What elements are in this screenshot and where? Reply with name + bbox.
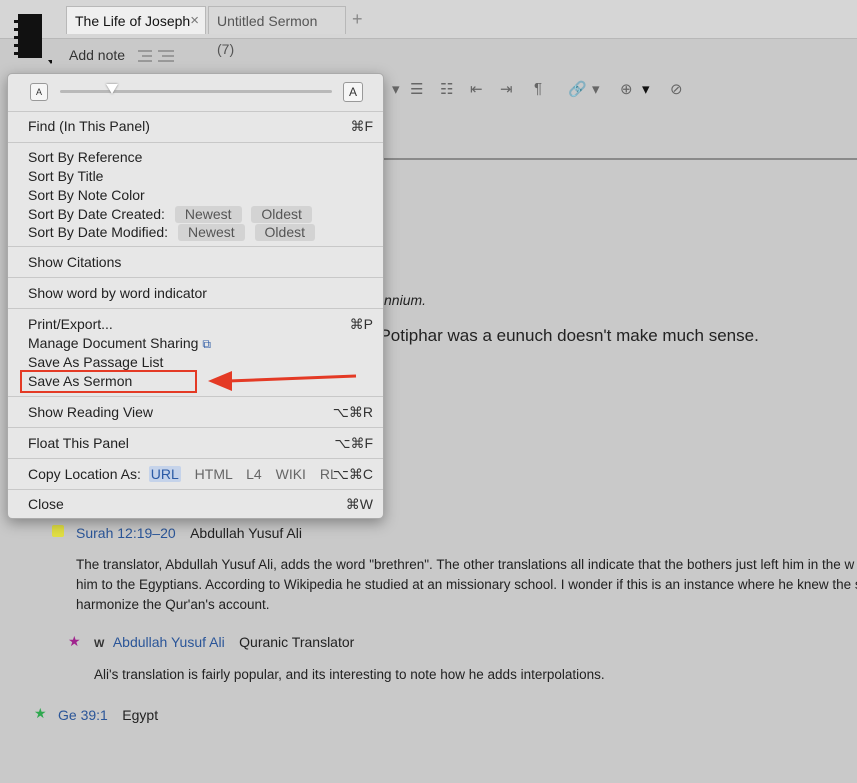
note-line: harmonize the Qur'an's account. — [76, 597, 270, 612]
highlight-box — [20, 370, 197, 393]
menu-separator — [8, 246, 383, 247]
chevron-down-icon[interactable]: ▾ — [642, 80, 650, 98]
indent-icon[interactable]: ⇥ — [500, 80, 513, 98]
created-newest-button[interactable]: Newest — [174, 206, 242, 223]
menu-separator — [8, 396, 383, 397]
note-title[interactable]: Egypt — [122, 707, 158, 723]
manage-sharing-label: Manage Document Sharing — [28, 335, 199, 351]
chevron-down-icon[interactable]: ▾ — [392, 80, 400, 98]
menu-separator — [8, 111, 383, 112]
indent-icons[interactable] — [136, 48, 176, 64]
sub-note-title: Quranic Translator — [239, 634, 355, 650]
arrow-annotation-icon — [208, 371, 357, 391]
copy-l4-option[interactable]: L4 — [246, 466, 262, 482]
bullet-list-icon[interactable]: ☰ — [410, 80, 423, 98]
float-panel-shortcut: ⌥⌘F — [334, 435, 373, 451]
sort-reference-item[interactable]: Sort By Reference — [28, 149, 142, 165]
copy-location-item: Copy Location As: URL HTML L4 WIKI RL — [28, 466, 338, 482]
modified-newest-button[interactable]: Newest — [177, 224, 245, 241]
modified-oldest-button[interactable]: Oldest — [254, 224, 315, 241]
copy-wiki-option[interactable]: WIKI — [276, 466, 306, 482]
sub-note-link[interactable]: Abdullah Yusuf Ali — [113, 634, 225, 650]
copy-url-option[interactable]: URL — [148, 466, 181, 482]
divider — [382, 158, 857, 160]
menu-separator — [8, 458, 383, 459]
reading-view-shortcut: ⌥⌘R — [332, 404, 373, 420]
reading-view-item[interactable]: Show Reading View — [28, 404, 153, 420]
note-line: The translator, Abdullah Yusuf Ali, adds… — [76, 557, 855, 572]
sort-date-created-label: Sort By Date Created: — [28, 206, 165, 222]
menu-separator — [8, 489, 383, 490]
tab-life-of-joseph[interactable]: The Life of Joseph × — [66, 6, 206, 34]
menu-separator — [8, 427, 383, 428]
sort-date-created-item: Sort By Date Created: Newest Oldest — [28, 206, 312, 223]
sort-date-modified-label: Sort By Date Modified: — [28, 224, 169, 240]
menu-separator — [8, 308, 383, 309]
format-toolbar: ▾ ☰ ☷ ⇤ ⇥ ¶ 🔗 ▾ ⊕ ▾ ⊘ — [382, 76, 857, 106]
close-shortcut: ⌘W — [345, 496, 373, 512]
menu-separator — [8, 142, 383, 143]
numbered-list-icon[interactable]: ☷ — [440, 80, 453, 98]
sort-date-modified-item: Sort By Date Modified: Newest Oldest — [28, 224, 315, 241]
font-size-slider[interactable] — [60, 90, 332, 93]
font-larger-button[interactable]: A — [343, 82, 363, 102]
print-shortcut: ⌘P — [349, 316, 373, 332]
copy-location-shortcut: ⌥⌘C — [332, 466, 373, 482]
find-shortcut: ⌘F — [350, 118, 373, 134]
sub-note-text: Ali's translation is fairly popular, and… — [94, 667, 605, 682]
copy-html-option[interactable]: HTML — [195, 466, 233, 482]
paragraph-icon[interactable]: ¶ — [534, 80, 542, 97]
external-link-icon: ⧉ — [202, 337, 211, 351]
slider-thumb[interactable] — [105, 84, 118, 94]
created-oldest-button[interactable]: Oldest — [251, 206, 312, 223]
show-citations-item[interactable]: Show Citations — [28, 254, 121, 270]
panel-menu: A A Find (In This Panel) ⌘F Sort By Refe… — [7, 73, 384, 519]
tab-untitled-sermon[interactable]: Untitled Sermon (7) — [208, 6, 346, 57]
no-entry-icon[interactable]: ⊘ — [670, 80, 683, 98]
sticky-note-icon[interactable] — [52, 525, 64, 537]
close-tab-icon[interactable]: × — [190, 7, 199, 35]
sub-note-header: W Abdullah Yusuf Ali Quranic Translator — [94, 634, 354, 652]
manage-sharing-item[interactable]: Manage Document Sharing ⧉ — [28, 335, 211, 352]
menu-separator — [8, 277, 383, 278]
note-header: Surah 12:19–20 Abdullah Yusuf Ali — [76, 525, 302, 543]
word-indicator-item[interactable]: Show word by word indicator — [28, 285, 207, 301]
star-icon[interactable]: ★ — [34, 705, 47, 722]
note-text-fragment: t Potiphar was a eunuch doesn't make muc… — [370, 326, 759, 345]
font-smaller-button[interactable]: A — [30, 83, 48, 101]
sort-title-item[interactable]: Sort By Title — [28, 168, 103, 184]
panel-menu-icon[interactable] — [14, 12, 52, 64]
save-passage-list-item[interactable]: Save As Passage List — [28, 354, 163, 370]
add-note-button[interactable]: Add note — [69, 47, 125, 63]
new-tab-button[interactable]: + — [352, 9, 363, 30]
tab-label: The Life of Joseph — [75, 13, 191, 29]
star-icon[interactable]: ★ — [68, 633, 81, 650]
note-paragraph: The translator, Abdullah Yusuf Ali, adds… — [76, 555, 857, 615]
note-header: Ge 39:1 Egypt — [58, 707, 158, 725]
print-export-item[interactable]: Print/Export... — [28, 316, 113, 332]
note-reference-link[interactable]: Surah 12:19–20 — [76, 525, 176, 541]
float-panel-item[interactable]: Float This Panel — [28, 435, 129, 451]
close-item[interactable]: Close — [28, 496, 64, 512]
find-menu-item[interactable]: Find (In This Panel) — [28, 118, 150, 134]
outdent-icon[interactable]: ⇤ — [470, 80, 483, 98]
note-title[interactable]: Abdullah Yusuf Ali — [190, 525, 302, 541]
chevron-down-icon[interactable]: ▾ — [592, 80, 600, 98]
wikipedia-icon: W — [94, 638, 105, 650]
sort-note-color-item[interactable]: Sort By Note Color — [28, 187, 145, 203]
note-line: him to the Egyptians. According to Wikip… — [76, 577, 857, 592]
link-icon[interactable]: 🔗 — [568, 80, 587, 98]
note-reference-link[interactable]: Ge 39:1 — [58, 707, 108, 723]
globe-icon[interactable]: ⊕ — [620, 80, 633, 98]
copy-location-label: Copy Location As: — [28, 466, 141, 482]
